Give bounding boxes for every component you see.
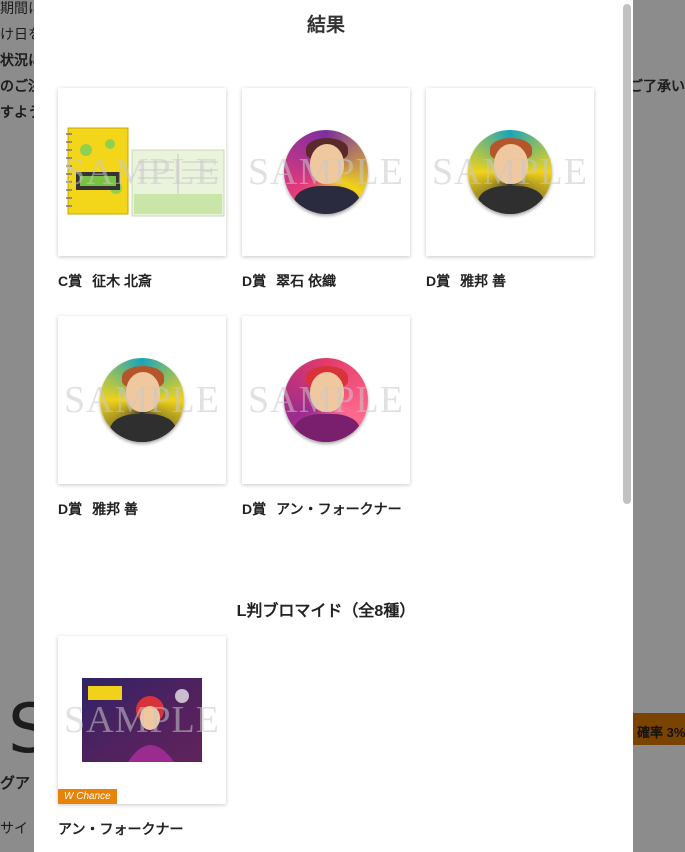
result-caption: D賞 アン・フォークナー	[242, 498, 410, 520]
result-card[interactable]: SAMPLE D賞 翠石 依織	[242, 88, 410, 292]
can-badge-image	[284, 358, 368, 442]
result-card[interactable]: SAMPLE D賞 雅邦 善	[58, 316, 226, 520]
prize-image: SAMPLE	[58, 88, 226, 256]
section-title: L判ブロマイド（全8種）	[236, 603, 416, 620]
can-badge-image	[284, 130, 368, 214]
result-caption: D賞 翠石 依織	[242, 270, 410, 292]
prize-rank: D賞	[426, 273, 451, 289]
result-caption: C賞 征木 北斎	[58, 270, 226, 292]
w-chance-tag: W Chance	[58, 789, 117, 804]
prize-rank: C賞	[58, 273, 83, 289]
result-modal: 結果 SAMPLE C賞 征木 北斎 SAMPLE D賞 翠石 依織 SAMPL…	[34, 0, 633, 852]
character-name: アン・フォークナー	[276, 501, 402, 517]
character-name: 雅邦 善	[460, 273, 507, 289]
prize-rank: D賞	[242, 501, 267, 517]
result-caption: D賞 雅邦 善	[426, 270, 594, 292]
modal-title: 結果	[306, 15, 345, 36]
result-caption: D賞 雅邦 善	[58, 498, 226, 520]
character-name: 雅邦 善	[92, 501, 139, 517]
character-name: アン・フォークナー	[58, 821, 184, 837]
can-badge-image	[468, 130, 552, 214]
result-card[interactable]: SAMPLE C賞 征木 北斎	[58, 88, 226, 292]
prize-image: SAMPLE	[426, 88, 594, 256]
prize-image: SAMPLE W Chance	[58, 636, 226, 804]
can-badge-image	[100, 358, 184, 442]
character-name: 翠石 依織	[276, 273, 337, 289]
prize-image: SAMPLE	[58, 316, 226, 484]
prize-image: SAMPLE	[242, 88, 410, 256]
result-caption: アン・フォークナー	[58, 818, 226, 840]
prize-rank: D賞	[242, 273, 267, 289]
result-card[interactable]: SAMPLE D賞 雅邦 善	[426, 88, 594, 292]
character-name: 征木 北斎	[92, 273, 153, 289]
bromide-image	[82, 678, 202, 762]
notebook-image	[66, 127, 225, 217]
bromide-card[interactable]: SAMPLE W Chance アン・フォークナー	[58, 636, 226, 840]
prize-rank: D賞	[58, 501, 83, 517]
scrollbar[interactable]	[623, 4, 631, 504]
prize-image: SAMPLE	[242, 316, 410, 484]
result-card[interactable]: SAMPLE D賞 アン・フォークナー	[242, 316, 410, 520]
